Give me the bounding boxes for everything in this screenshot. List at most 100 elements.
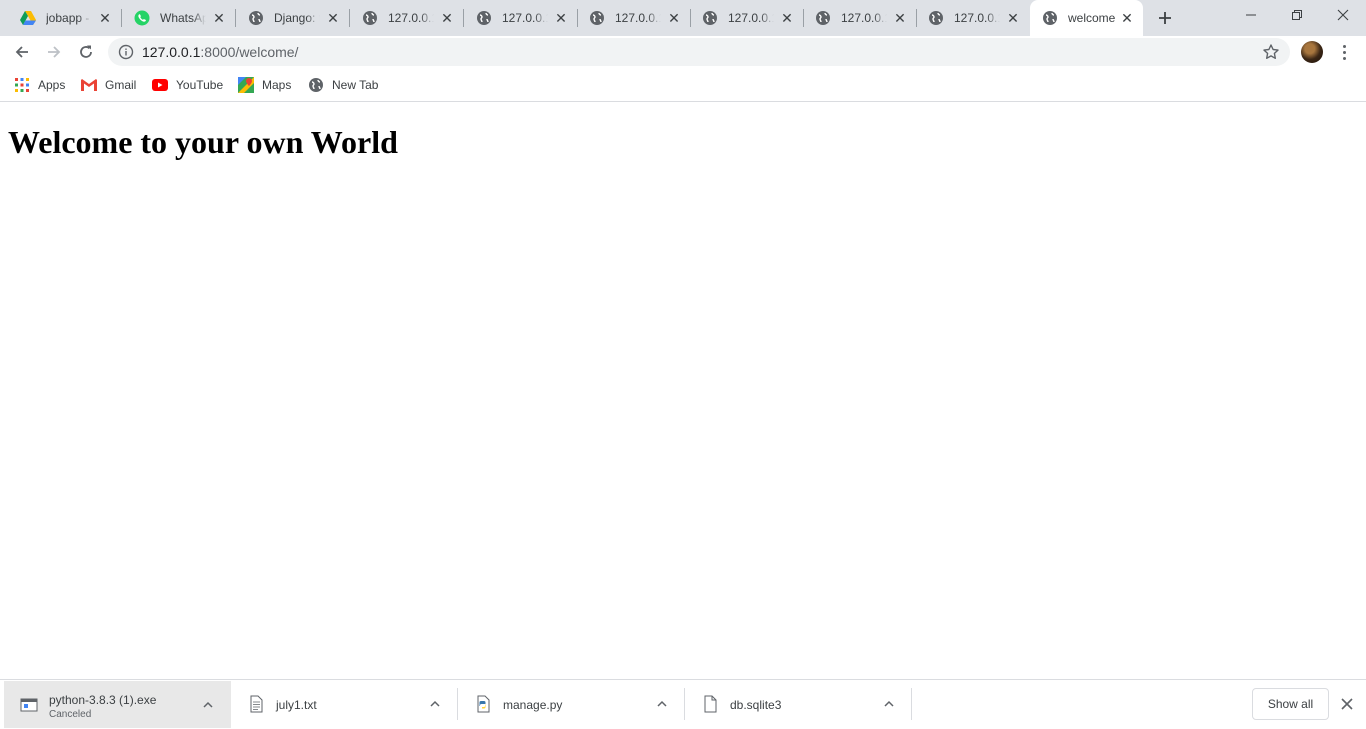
- bookmarks-bar: Apps Gmail YouTube Maps New Tab: [0, 68, 1366, 102]
- globe-icon: [928, 10, 944, 26]
- close-icon[interactable]: ✕: [779, 10, 795, 26]
- bookmark-youtube[interactable]: YouTube: [152, 76, 223, 94]
- tab-localhost[interactable]: 127.0.0.1: ✕: [916, 0, 1029, 36]
- globe-icon: [362, 10, 378, 26]
- whatsapp-icon: [134, 10, 150, 26]
- tab-django[interactable]: Django: t ✕: [236, 0, 350, 36]
- bookmark-maps[interactable]: Maps: [238, 76, 291, 94]
- close-icon: [1341, 698, 1353, 710]
- bookmark-new-tab[interactable]: New Tab: [308, 76, 378, 94]
- close-icon[interactable]: ✕: [666, 10, 682, 26]
- close-icon: [1337, 9, 1349, 21]
- reload-button[interactable]: [74, 40, 98, 64]
- arrow-right-icon: [48, 46, 61, 58]
- profile-avatar[interactable]: [1301, 41, 1323, 63]
- show-all-button[interactable]: Show all: [1252, 688, 1329, 720]
- installer-icon: [20, 696, 38, 714]
- globe-icon: [702, 10, 718, 26]
- address-bar[interactable]: 127.0.0.1:8000/welcome/: [108, 38, 1290, 66]
- google-drive-icon: [20, 10, 36, 26]
- minimize-button[interactable]: [1228, 0, 1274, 30]
- youtube-icon: [152, 77, 168, 93]
- info-icon[interactable]: [118, 44, 134, 60]
- download-item[interactable]: july1.txt: [231, 680, 458, 729]
- chevron-up-icon[interactable]: [201, 698, 215, 712]
- tab-title: WhatsApp: [160, 11, 206, 25]
- close-icon[interactable]: ✕: [892, 10, 908, 26]
- close-shelf-button[interactable]: [1338, 695, 1356, 713]
- tab-localhost[interactable]: 127.0.0.1: ✕: [803, 0, 917, 36]
- download-item[interactable]: python-3.8.3 (1).exe Canceled: [4, 681, 231, 728]
- download-name: manage.py: [503, 698, 563, 712]
- tab-localhost[interactable]: 127.0.0.1: ✕: [350, 0, 464, 36]
- tab-localhost[interactable]: 127.0.0.1: ✕: [577, 0, 691, 36]
- bookmark-star-icon[interactable]: [1262, 43, 1280, 61]
- tab-title: 127.0.0.1:: [502, 11, 548, 25]
- tab-localhost[interactable]: 127.0.0.1: ✕: [690, 0, 804, 36]
- bookmark-label: Gmail: [105, 78, 137, 92]
- bookmark-apps[interactable]: Apps: [14, 76, 65, 94]
- tab-title: 127.0.0.1:: [728, 11, 774, 25]
- close-icon[interactable]: ✕: [553, 10, 569, 26]
- tab-title: Django: t: [274, 11, 320, 25]
- text-file-icon: [247, 695, 265, 713]
- tab-title: 127.0.0.1:: [615, 11, 661, 25]
- apps-grid-icon: [14, 77, 30, 93]
- divider: [911, 688, 912, 720]
- url-path: :8000/welcome/: [200, 44, 299, 60]
- bookmark-label: Maps: [262, 78, 292, 92]
- tab-title: jobapp -: [46, 11, 90, 25]
- chevron-up-icon[interactable]: [882, 697, 896, 711]
- close-icon[interactable]: ✕: [439, 10, 455, 26]
- tab-title: 127.0.0.1:: [954, 11, 1000, 25]
- globe-icon: [589, 10, 605, 26]
- restore-icon: [1292, 10, 1302, 20]
- globe-icon: [248, 10, 264, 26]
- tab-localhost[interactable]: 127.0.0.1: ✕: [464, 0, 578, 36]
- maps-icon: [238, 77, 254, 93]
- arrow-left-icon: [15, 46, 28, 58]
- close-icon[interactable]: ✕: [1119, 10, 1135, 26]
- download-item[interactable]: db.sqlite3: [685, 680, 912, 729]
- download-status: Canceled: [49, 709, 92, 720]
- tab-jobapp[interactable]: jobapp - ✕: [8, 0, 122, 36]
- bookmark-label: YouTube: [176, 78, 224, 92]
- file-icon: [701, 695, 719, 713]
- close-icon[interactable]: ✕: [1005, 10, 1021, 26]
- bookmark-label: Apps: [38, 78, 66, 92]
- chevron-up-icon[interactable]: [655, 697, 669, 711]
- reload-icon: [80, 45, 92, 58]
- gmail-icon: [81, 77, 97, 93]
- forward-button[interactable]: [42, 40, 66, 64]
- plus-icon: [1159, 12, 1171, 24]
- globe-icon: [815, 10, 831, 26]
- tab-title: 127.0.0.1:: [388, 11, 434, 25]
- bookmark-gmail[interactable]: Gmail: [81, 76, 136, 94]
- page-heading: Welcome to your own World: [8, 124, 398, 160]
- tab-whatsapp[interactable]: WhatsApp ✕: [122, 0, 236, 36]
- new-tab-button[interactable]: [1154, 7, 1176, 29]
- python-file-icon: [474, 695, 492, 713]
- chevron-up-icon[interactable]: [428, 697, 442, 711]
- tab-title: 127.0.0.1:: [841, 11, 887, 25]
- page-content: Welcome to your own World: [0, 103, 1366, 679]
- url-text[interactable]: 127.0.0.1:8000/welcome/: [142, 44, 298, 60]
- toolbar: 127.0.0.1:8000/welcome/: [0, 36, 1366, 68]
- url-host: 127.0.0.1: [142, 44, 201, 60]
- close-icon[interactable]: ✕: [325, 10, 341, 26]
- download-name: db.sqlite3: [730, 698, 782, 712]
- menu-kebab-icon[interactable]: [1336, 41, 1352, 63]
- close-window-button[interactable]: [1320, 0, 1366, 30]
- minimize-icon: [1246, 14, 1256, 16]
- download-name: python-3.8.3 (1).exe: [49, 693, 157, 707]
- back-button[interactable]: [10, 40, 34, 64]
- tab-welcome[interactable]: welcome ✕: [1030, 0, 1143, 36]
- download-item[interactable]: manage.py: [458, 680, 685, 729]
- bookmark-label: New Tab: [332, 78, 379, 92]
- download-name: july1.txt: [276, 698, 317, 712]
- globe-icon: [476, 10, 492, 26]
- close-icon[interactable]: ✕: [97, 10, 113, 26]
- close-icon[interactable]: ✕: [211, 10, 227, 26]
- restore-button[interactable]: [1274, 0, 1320, 30]
- tab-strip: jobapp - ✕ WhatsApp ✕ Django: t ✕ 127.0.: [0, 0, 1366, 36]
